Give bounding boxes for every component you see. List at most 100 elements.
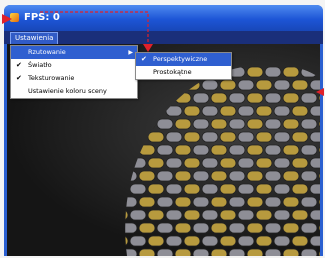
title-bar[interactable]: FPS: 0	[4, 5, 323, 31]
menu-item-label: Prostokątne	[153, 68, 192, 76]
weave-cell	[228, 144, 246, 156]
menu-item-label: Światło	[28, 61, 52, 69]
weave-cell	[201, 157, 219, 169]
weave-cell	[228, 92, 246, 104]
weave-cell	[228, 222, 246, 234]
weave-cell	[237, 235, 255, 247]
weave-cell	[125, 222, 138, 234]
weave-cell	[255, 105, 273, 117]
weave-cell	[125, 118, 138, 130]
weave-cell	[219, 79, 237, 91]
weave-cell	[282, 222, 300, 234]
weave-cell	[156, 118, 174, 130]
weave-cell	[246, 66, 264, 78]
weave-cell	[238, 54, 254, 64]
weave-cell	[318, 196, 320, 208]
weave-cell	[318, 222, 320, 234]
weave-cell	[129, 235, 147, 247]
weave-cell	[138, 144, 156, 156]
weave-cell	[309, 131, 320, 143]
weave-cell	[246, 170, 264, 182]
weave-cell	[129, 209, 147, 221]
weave-cell	[291, 235, 309, 247]
weave-cell	[129, 157, 147, 169]
weave-cell	[219, 235, 237, 247]
weave-cell	[246, 248, 264, 256]
weave-cell	[201, 235, 219, 247]
weave-cell	[138, 248, 156, 256]
weave-cell	[246, 196, 264, 208]
weave-cell	[192, 196, 210, 208]
weave-cell	[237, 183, 255, 195]
weave-cell	[192, 170, 210, 182]
weave-cell	[273, 235, 291, 247]
weave-cell	[156, 92, 174, 104]
weave-cell	[174, 170, 192, 182]
weave-cell	[129, 183, 147, 195]
weave-cell	[264, 170, 282, 182]
weave-cell	[309, 157, 320, 169]
weave-cell	[291, 183, 309, 195]
weave-cell	[264, 144, 282, 156]
submenu-item-perspektywiczne[interactable]: ✔ Perspektywiczne	[136, 53, 231, 66]
weave-cell	[246, 144, 264, 156]
weave-cell	[147, 183, 165, 195]
weave-cell	[192, 92, 210, 104]
weave-cell	[256, 54, 272, 64]
weave-cell	[165, 183, 183, 195]
menu-item-kolor-sceny[interactable]: Ustawienie koloru sceny	[11, 85, 137, 98]
weave-cell	[273, 157, 291, 169]
weave-cell	[237, 131, 255, 143]
weave-cell	[165, 209, 183, 221]
weave-cell	[282, 66, 300, 78]
weave-cell	[228, 196, 246, 208]
weave-cell	[237, 79, 255, 91]
weave-cell	[264, 196, 282, 208]
weave-cell	[174, 196, 192, 208]
weave-cell	[174, 248, 192, 256]
weave-cell	[129, 105, 147, 117]
weave-cell	[138, 222, 156, 234]
weave-cell	[255, 131, 273, 143]
weave-cell	[309, 183, 320, 195]
menu-item-label: Rzutowanie	[28, 48, 66, 56]
weave-cell	[156, 196, 174, 208]
weave-cell	[156, 222, 174, 234]
weave-cell	[125, 144, 138, 156]
weave-cell	[183, 105, 201, 117]
weave-cell	[138, 196, 156, 208]
weave-cell	[183, 131, 201, 143]
weave-cell	[156, 248, 174, 256]
weave-cell	[255, 235, 273, 247]
weave-cell	[310, 54, 320, 64]
weave-cell	[165, 235, 183, 247]
weave-cell	[237, 209, 255, 221]
weave-cell	[273, 105, 291, 117]
weave-cell	[300, 92, 318, 104]
weave-cell	[228, 118, 246, 130]
menu-item-swiatlo[interactable]: ✔ Światło	[11, 59, 137, 72]
weave-cell	[210, 222, 228, 234]
menu-item-rzutowanie[interactable]: Rzutowanie ▶	[11, 46, 137, 59]
weave-cell	[183, 183, 201, 195]
weave-cell	[201, 79, 219, 91]
weave-cell	[165, 157, 183, 169]
weave-cell	[264, 118, 282, 130]
weave-cell	[210, 92, 228, 104]
weave-cell	[282, 118, 300, 130]
weave-cell	[255, 157, 273, 169]
weave-cell	[192, 118, 210, 130]
weave-cell	[174, 222, 192, 234]
weave-cell	[309, 79, 320, 91]
menu-item-teksturowanie[interactable]: ✔ Teksturowanie	[11, 72, 137, 85]
weave-cell	[147, 131, 165, 143]
weave-cell	[210, 196, 228, 208]
weave-cell	[125, 105, 129, 117]
submenu-item-prostokatne[interactable]: Prostokątne	[136, 66, 231, 79]
weave-cell	[125, 157, 129, 169]
menu-item-label: Teksturowanie	[28, 74, 75, 82]
check-icon: ✔	[16, 74, 22, 82]
weave-cell	[192, 222, 210, 234]
weave-cell	[183, 157, 201, 169]
weave-cell	[291, 105, 309, 117]
